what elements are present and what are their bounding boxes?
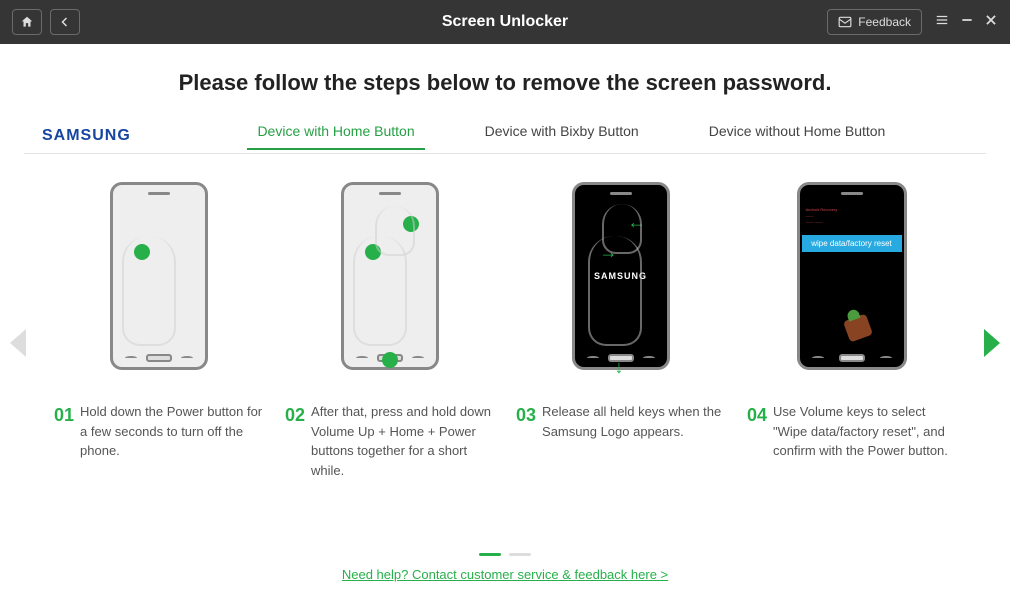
menu-button[interactable] [934,13,950,32]
step-4-illustration: Android Recovery———— —— wipe data/factor… [797,182,907,392]
feedback-button[interactable]: Feedback [827,9,922,35]
home-indicator [382,352,398,368]
step-4-text: Use Volume keys to select "Wipe data/fac… [773,402,956,461]
step-2-text: After that, press and hold down Volume U… [311,402,494,480]
page-dot-2[interactable] [509,553,531,556]
tab-home-button[interactable]: Device with Home Button [257,123,414,149]
menu-icon [934,13,950,27]
next-page-button[interactable] [984,329,1000,357]
android-robot-icon [842,314,872,343]
recovery-text-icon: Android Recovery———— —— [806,207,838,225]
brand-logo: SAMSUNG [42,127,131,145]
footer: Need help? Contact customer service & fe… [0,553,1010,584]
window-title: Screen Unlocker [442,13,568,31]
step-3-text: Release all held keys when the Samsung L… [542,402,725,441]
phone-icon: Android Recovery———— —— wipe data/factor… [797,182,907,370]
step-2: 02 After that, press and hold down Volum… [283,182,496,480]
prev-page-button[interactable] [10,329,26,357]
home-button[interactable] [12,9,42,35]
steps-row: 01 Hold down the Power button for a few … [24,182,986,480]
step-1-num: 01 [54,402,74,461]
arrow-down-icon: ↓ [615,357,624,378]
minimize-icon [960,13,974,27]
step-3-num: 03 [516,402,536,441]
step-4-num: 04 [747,402,767,461]
tab-bixby-button[interactable]: Device with Bixby Button [485,123,639,149]
step-1-text: Hold down the Power button for a few sec… [80,402,263,461]
chevron-left-icon [59,16,71,28]
step-1-illustration [110,182,208,392]
step-3: SAMSUNG ← → ↓ 03 Release all held keys w… [514,182,727,480]
wipe-data-option: wipe data/factory reset [802,235,902,252]
help-link[interactable]: Need help? Contact customer service & fe… [342,567,668,582]
tab-no-home-button[interactable]: Device without Home Button [709,123,886,149]
mail-icon [838,16,852,28]
content: Please follow the steps below to remove … [0,44,1010,600]
close-button[interactable] [984,13,998,32]
step-1: 01 Hold down the Power button for a few … [52,182,265,480]
hand-right-icon [588,236,642,346]
step-2-num: 02 [285,402,305,480]
hand-icon [122,236,176,346]
feedback-label: Feedback [858,15,911,29]
pagination [0,553,1010,556]
page-dot-1[interactable] [479,553,501,556]
close-icon [984,13,998,27]
minimize-button[interactable] [960,13,974,32]
step-3-illustration: SAMSUNG ← → ↓ [572,182,670,392]
back-button[interactable] [50,9,80,35]
home-icon [20,15,34,29]
page-heading: Please follow the steps below to remove … [24,70,986,96]
tabbar: SAMSUNG Device with Home Button Device w… [24,118,986,154]
hand-right-icon [353,236,407,346]
step-2-illustration [341,182,439,392]
step-4: Android Recovery———— —— wipe data/factor… [745,182,958,480]
titlebar: Screen Unlocker Feedback [0,0,1010,44]
